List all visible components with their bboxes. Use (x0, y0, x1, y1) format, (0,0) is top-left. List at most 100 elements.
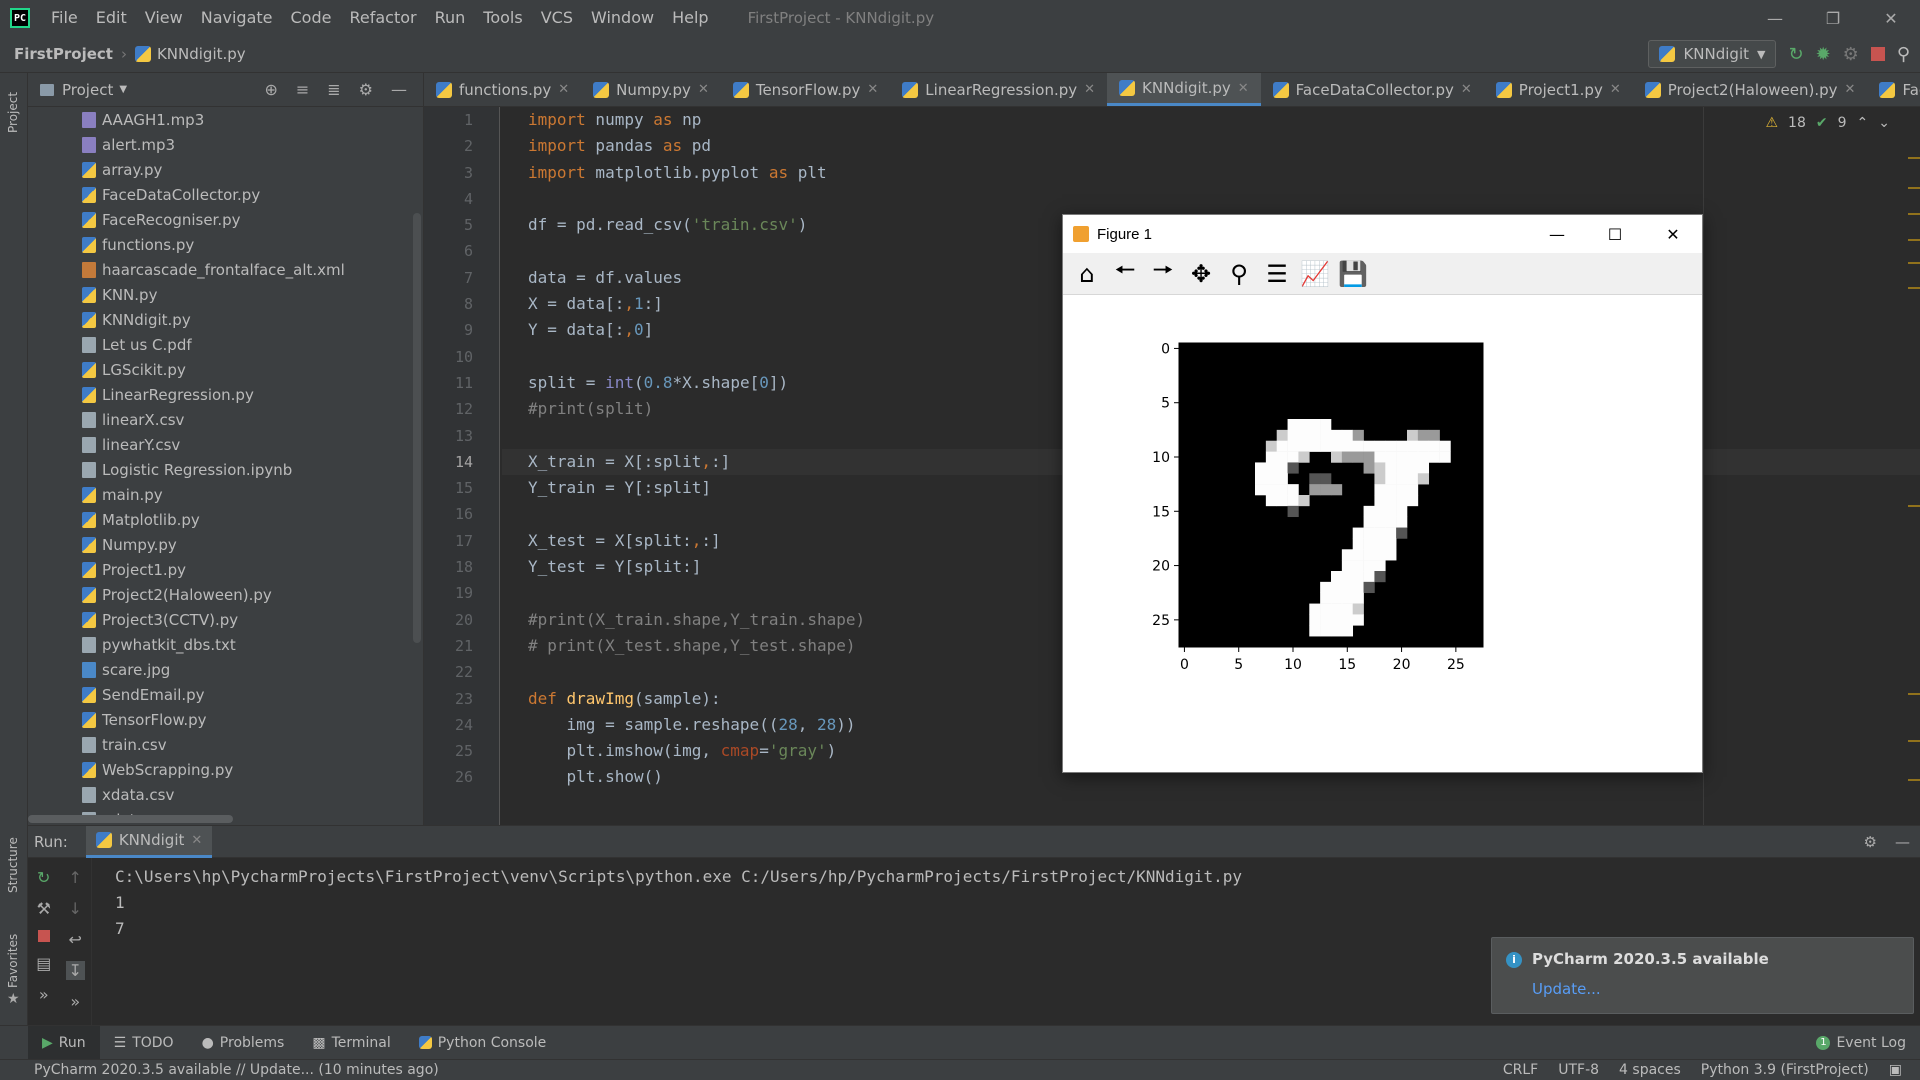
file-tree-item[interactable]: LGScikit.py (28, 357, 418, 382)
favorites-tool-tab[interactable]: Favorites (6, 934, 20, 988)
zoom-icon[interactable]: ⚲ (1223, 258, 1255, 290)
chevron-up-icon[interactable]: ⌃ (1857, 115, 1869, 131)
file-tree-item[interactable]: FaceRecogniser.py (28, 207, 418, 232)
matplotlib-figure-window[interactable]: Figure 1 — ☐ ✕ ⌂ 🠔 🠖 ✥ ⚲ ☰ 📈 💾 0 5 10 15 20 2… (1062, 214, 1703, 773)
close-icon[interactable]: ✕ (1084, 82, 1095, 97)
warning-marker[interactable] (1908, 505, 1920, 507)
file-tree-item[interactable]: pywhatkit_dbs.txt (28, 632, 418, 657)
code-line[interactable]: import pandas as pd (502, 133, 1920, 159)
warning-marker[interactable] (1908, 779, 1920, 781)
restore-button[interactable]: ❐ (1804, 0, 1862, 36)
warning-marker[interactable] (1908, 157, 1920, 159)
inspection-widget[interactable]: ⚠ 18 ✔ 9 ⌃ ⌄ (1765, 115, 1890, 131)
editor-tab[interactable]: FaceDataCollector.py ✕ (1261, 73, 1484, 106)
file-tree-item[interactable]: Let us C.pdf (28, 332, 418, 357)
editor-tab[interactable]: KNNdigit.py ✕ (1107, 73, 1261, 106)
file-tree-item[interactable]: xdata.csv (28, 782, 418, 807)
console-output[interactable]: C:\Users\hp\PycharmProjects\FirstProject… (115, 864, 1242, 942)
warning-marker[interactable] (1908, 740, 1920, 742)
collapse-all-icon[interactable]: ≣ (327, 80, 340, 99)
lock-icon[interactable]: ▣ (1889, 1062, 1902, 1078)
gear-icon[interactable]: ⚙ (359, 80, 373, 99)
save-icon[interactable]: 💾 (1337, 258, 1369, 290)
file-tree-item[interactable]: Logistic Regression.ipynb (28, 457, 418, 482)
close-icon[interactable]: ✕ (1610, 82, 1621, 97)
editor-tab[interactable]: TensorFlow.py ✕ (721, 73, 890, 106)
update-link[interactable]: Update... (1532, 980, 1601, 998)
run-tab[interactable]: KNNdigit ✕ (85, 825, 213, 858)
menu-run[interactable]: Run (426, 0, 475, 36)
event-log-tool-button[interactable]: 1 Event Log (1802, 1026, 1920, 1060)
menu-tools[interactable]: Tools (474, 0, 531, 36)
file-tree-item[interactable]: array.py (28, 157, 418, 182)
problems-tool-button[interactable]: ● Problems (188, 1026, 299, 1060)
menu-vcs[interactable]: VCS (532, 0, 582, 36)
code-line[interactable] (502, 186, 1920, 212)
search-everywhere-icon[interactable]: ⚲ (1897, 44, 1910, 65)
warning-marker[interactable] (1908, 262, 1920, 264)
file-tree-item[interactable]: haarcascade_frontalface_alt.xml (28, 257, 418, 282)
figure-maximize-button[interactable]: ☐ (1586, 215, 1644, 253)
file-tree-item[interactable]: TensorFlow.py (28, 707, 418, 732)
wrench-icon[interactable]: ⚒ (37, 899, 51, 918)
breadcrumb-file[interactable]: KNNdigit.py (134, 45, 246, 63)
encoding-widget[interactable]: UTF-8 (1558, 1062, 1599, 1078)
file-tree-item[interactable]: SendEmail.py (28, 682, 418, 707)
close-icon[interactable]: ✕ (1238, 81, 1249, 96)
figure-canvas[interactable]: 0 5 10 15 20 25 0 5 10 15 20 25 (1063, 295, 1702, 770)
arrow-up-icon[interactable]: ↑ (69, 868, 82, 887)
close-icon[interactable]: ✕ (1845, 82, 1856, 97)
warning-marker[interactable] (1908, 187, 1920, 189)
more-icon[interactable]: » (39, 985, 49, 1004)
file-tree-item[interactable]: Project3(CCTV).py (28, 607, 418, 632)
run-tool-button[interactable]: ▶ Run (28, 1025, 100, 1060)
file-tree-item[interactable]: scare.jpg (28, 657, 418, 682)
close-icon[interactable]: ✕ (867, 82, 878, 97)
rerun-icon[interactable]: ↻ (1788, 44, 1803, 65)
file-tree-item[interactable]: FaceDataCollector.py (28, 182, 418, 207)
file-tree-item[interactable]: KNNdigit.py (28, 307, 418, 332)
edit-axis-icon[interactable]: 📈 (1299, 258, 1331, 290)
hide-icon[interactable]: — (1895, 833, 1910, 851)
code-line[interactable]: import numpy as np (502, 107, 1920, 133)
python-console-tool-button[interactable]: Python Console (405, 1026, 561, 1060)
editor-tab[interactable]: LinearRegression.py ✕ (890, 73, 1107, 106)
locate-icon[interactable]: ⊕ (264, 80, 277, 99)
menu-view[interactable]: View (136, 0, 192, 36)
editor-tab[interactable]: FaceRecogniser. (1867, 73, 1920, 106)
editor-scrollbar-markers[interactable] (1908, 147, 1920, 807)
coverage-icon[interactable]: ⚙ (1843, 44, 1859, 65)
editor-tab[interactable]: Numpy.py ✕ (581, 73, 721, 106)
figure-title-bar[interactable]: Figure 1 — ☐ ✕ (1063, 215, 1702, 253)
file-tree-item[interactable]: Project1.py (28, 557, 418, 582)
expand-all-icon[interactable]: ≡ (296, 80, 309, 99)
project-tool-tab[interactable]: Project (6, 92, 20, 133)
file-tree-item[interactable]: train.csv (28, 732, 418, 757)
file-tree-item[interactable]: linearY.csv (28, 432, 418, 457)
gear-icon[interactable]: ⚙ (1864, 833, 1877, 851)
close-icon[interactable]: ✕ (1461, 82, 1472, 97)
file-tree-item[interactable]: Project2(Haloween).py (28, 582, 418, 607)
run-configuration-select[interactable]: KNNdigit ▼ (1648, 40, 1777, 68)
interpreter-widget[interactable]: Python 3.9 (FirstProject) (1701, 1062, 1869, 1078)
menu-refactor[interactable]: Refactor (340, 0, 425, 36)
stop-icon[interactable] (1870, 47, 1885, 61)
stop-icon[interactable] (37, 930, 50, 942)
configure-subplots-icon[interactable]: ☰ (1261, 258, 1293, 290)
file-tree-item[interactable]: Numpy.py (28, 532, 418, 557)
warning-marker[interactable] (1908, 239, 1920, 241)
debug-icon[interactable]: ✹ (1816, 44, 1831, 65)
menu-file[interactable]: File (42, 0, 87, 36)
menu-help[interactable]: Help (663, 0, 717, 36)
soft-wrap-icon[interactable]: ↩ (69, 930, 82, 949)
file-tree-item[interactable]: Matplotlib.py (28, 507, 418, 532)
home-icon[interactable]: ⌂ (1071, 258, 1103, 290)
line-separator-widget[interactable]: CRLF (1503, 1062, 1538, 1078)
structure-tool-tab[interactable]: Structure (6, 837, 20, 893)
warning-marker[interactable] (1908, 213, 1920, 215)
warning-marker[interactable] (1908, 287, 1920, 289)
editor-tab[interactable]: Project1.py ✕ (1484, 73, 1633, 106)
file-tree-item[interactable]: alert.mp3 (28, 132, 418, 157)
todo-tool-button[interactable]: ☰ TODO (100, 1026, 188, 1060)
more-icon[interactable]: » (70, 992, 80, 1011)
